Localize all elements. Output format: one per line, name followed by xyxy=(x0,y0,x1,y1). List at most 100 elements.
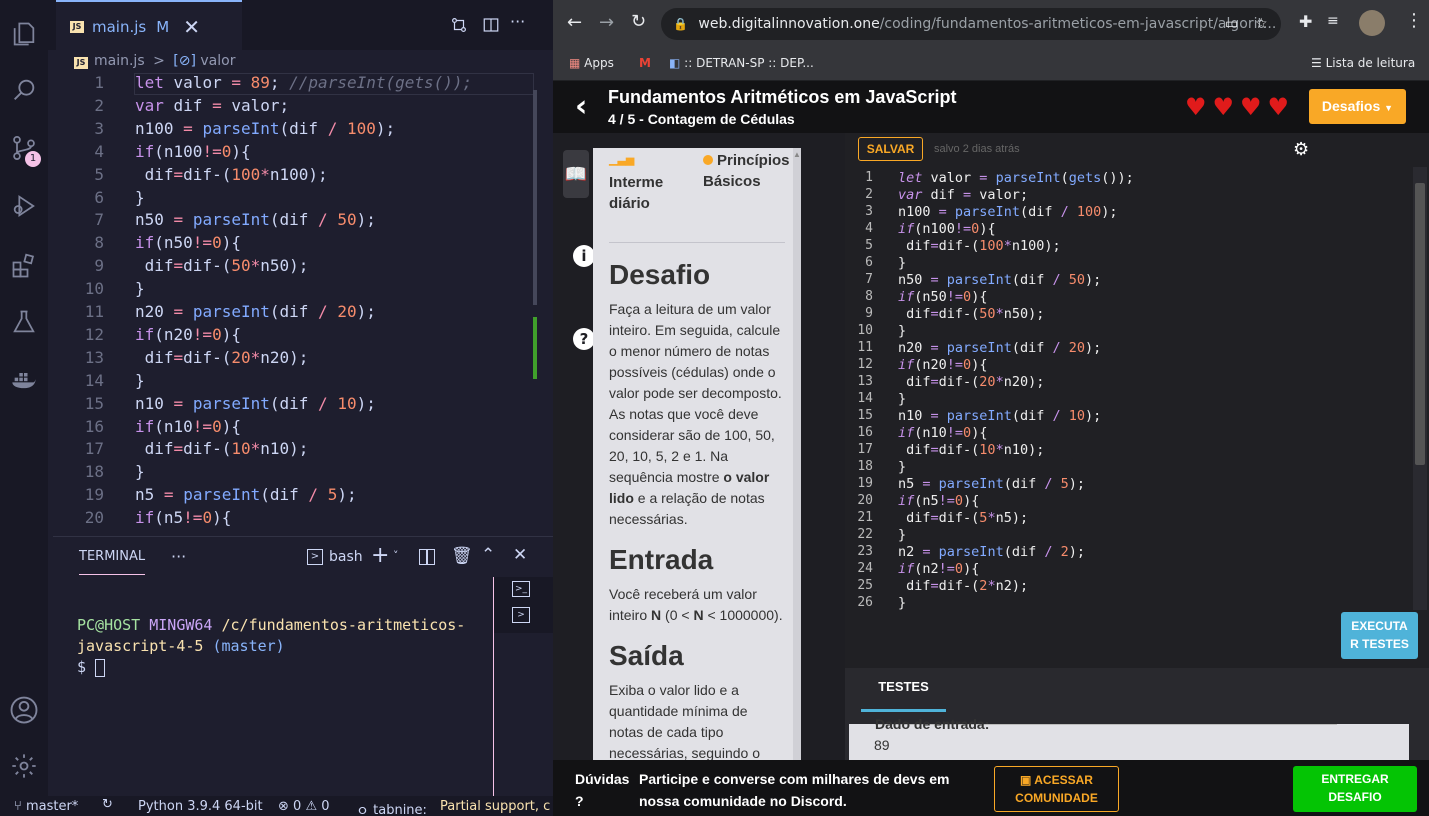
address-bar[interactable]: 🔒 web.digitalinnovation.one/coding/funda… xyxy=(661,8,1281,40)
caret-down-icon: ▼ xyxy=(1384,103,1394,113)
code-editor[interactable]: 1 let valor = 89; //parseInt(gets()); 2 var… xyxy=(48,72,553,532)
python-interpreter[interactable]: Python 3.9.4 64-bit xyxy=(138,799,263,814)
tabnine-status[interactable]: ｏ tabnine: xyxy=(356,799,427,816)
new-terminal-icon[interactable]: + xyxy=(371,543,389,568)
salvar-button[interactable]: SALVAR xyxy=(858,137,923,161)
sync-icon[interactable]: ↻ xyxy=(102,797,113,812)
docker-icon[interactable] xyxy=(0,356,48,404)
gmail-icon[interactable]: M xyxy=(639,56,651,70)
tab-main-js[interactable]: JS main.js M ✕ xyxy=(56,0,242,52)
line-number: 21 xyxy=(857,510,873,525)
explorer-icon[interactable] xyxy=(0,10,48,58)
reading-list[interactable]: ☰ Lista de leitura xyxy=(1311,56,1415,70)
code-line: } xyxy=(135,370,145,390)
problems-status[interactable]: ⊗ 0 ⚠ 0 xyxy=(278,799,330,814)
breadcrumb-file[interactable]: main.js xyxy=(94,53,145,69)
executar-testes-button[interactable]: EXECUTA R TESTES xyxy=(1341,612,1418,659)
saida-heading: Saída xyxy=(609,640,684,671)
code-line: dif=dif-(20*n20); xyxy=(135,347,309,367)
source-control-icon[interactable] xyxy=(0,124,48,172)
terminal-output[interactable]: PC@HOST MINGW64 /c/fundamentos-aritmetic… xyxy=(77,615,487,678)
search-icon[interactable] xyxy=(0,66,48,114)
code-line: dif=dif-(2*n2); xyxy=(898,578,1029,594)
chrome-menu-icon[interactable]: ⋮ xyxy=(1405,10,1423,31)
desafios-dropdown-button[interactable]: Desafios ▼ xyxy=(1309,89,1406,124)
code-editor-panel[interactable]: SALVAR salvo 2 dias atrás ⚙ 1 let valor =… xyxy=(845,133,1429,668)
split-editor-icon[interactable] xyxy=(482,16,500,38)
partial-support-status[interactable]: Partial support, c xyxy=(440,799,550,814)
accounts-icon[interactable] xyxy=(0,686,48,734)
bookmarks-bar: ▦ Apps M ◧ :: DETRAN-SP :: DEP... ☰ List… xyxy=(553,48,1429,81)
run-debug-icon[interactable] xyxy=(0,182,48,230)
trash-icon[interactable]: 🗑 xyxy=(451,546,473,566)
saida-text: Exiba o valor lido e a quantidade mínima… xyxy=(609,682,760,760)
tab-terminal[interactable]: TERMINAL xyxy=(79,549,146,575)
terminal-instance-icon[interactable]: >_ xyxy=(512,581,530,597)
testing-icon[interactable] xyxy=(0,298,48,346)
tab-testes[interactable]: TESTES xyxy=(861,668,946,712)
breadcrumb-symbol[interactable]: valor xyxy=(200,53,235,69)
symbol-variable-icon: [⊘] xyxy=(173,53,196,69)
line-number: 6 xyxy=(865,255,873,270)
acessar-comunidade-button[interactable]: ▣ ACESSAR COMUNIDADE xyxy=(994,766,1119,812)
close-panel-icon[interactable]: ✕ xyxy=(513,545,527,565)
challenge-progress: 4 / 5 xyxy=(608,111,636,127)
help-icon[interactable]: ? xyxy=(573,328,595,350)
terminal-instance-icon[interactable]: > xyxy=(512,607,530,623)
settings-gear-icon[interactable] xyxy=(0,742,48,790)
forward-icon[interactable]: → xyxy=(599,12,614,33)
entregar-desafio-button[interactable]: ENTREGAR DESAFIO xyxy=(1293,766,1417,812)
editor-scrollbar[interactable] xyxy=(1413,167,1427,610)
code-line: if(n10!=0){ xyxy=(898,425,988,441)
code-line: n50 = parseInt(dif / 50); xyxy=(135,210,376,230)
code-area[interactable]: 1 let valor = parseInt(gets()); 2 var dif =… xyxy=(845,167,1413,663)
back-chevron-icon[interactable]: ‹ xyxy=(575,89,587,124)
book-icon[interactable]: 📖 xyxy=(563,150,589,198)
line-number: 14 xyxy=(857,391,873,406)
description-scrollbar[interactable]: ▲ xyxy=(793,148,801,760)
difficulty-level: Interme diário xyxy=(609,174,664,212)
star-icon[interactable]: ☆ xyxy=(1255,8,1268,40)
terminal-list: >_ > xyxy=(494,577,553,633)
code-line: if(n100!=0){ xyxy=(135,141,251,161)
topic-label: Princípios Básicos xyxy=(703,152,790,190)
bookmark-detran[interactable]: ◧ :: DETRAN-SP :: DEP... xyxy=(669,56,814,70)
desafio-text: Faça a leitura de um valor inteiro. Em s… xyxy=(609,301,782,527)
line-number: 13 xyxy=(84,347,104,367)
code-line: n10 = parseInt(dif / 10); xyxy=(135,393,376,413)
maximize-panel-icon[interactable]: ⌃ xyxy=(481,545,495,565)
extensions-puzzle-icon[interactable]: ✚ xyxy=(1299,12,1312,31)
reader-mode-icon[interactable]: ▭ xyxy=(1225,8,1238,40)
status-bar: ⑂ master* ↻ Python 3.9.4 64-bit ⊗ 0 ⚠ 0 … xyxy=(0,796,553,816)
tests-panel: TESTES EXECUTA R TESTES Dado de entrada: xyxy=(845,612,1429,760)
branch-status[interactable]: ⑂ master* xyxy=(14,799,78,814)
tab-close-icon[interactable]: ✕ xyxy=(183,15,200,39)
info-icon[interactable]: i xyxy=(573,245,595,267)
settings-gear-icon[interactable]: ⚙ xyxy=(1293,139,1309,160)
terminal-shell-selector[interactable]: > bash xyxy=(307,549,363,565)
chevron-down-icon[interactable]: ˅ xyxy=(393,549,399,562)
code-line: if(n5!=0){ xyxy=(135,508,232,528)
code-line: } xyxy=(898,391,907,407)
extensions-icon[interactable] xyxy=(0,242,48,290)
entrada-heading: Entrada xyxy=(609,544,714,575)
line-number: 16 xyxy=(857,425,873,440)
back-icon[interactable]: ← xyxy=(567,12,582,33)
topic-dot-icon xyxy=(703,155,713,165)
more-actions-icon[interactable]: ··· xyxy=(510,12,525,31)
profile-avatar[interactable] xyxy=(1359,10,1385,36)
lives-hearts: ♥ ♥ ♥ ♥ xyxy=(1185,93,1289,121)
compare-changes-icon[interactable] xyxy=(450,16,468,38)
media-control-icon[interactable]: ≡ xyxy=(1327,13,1339,29)
reading-list-icon: ☰ xyxy=(1311,56,1322,70)
code-line: let valor = parseInt(gets()); xyxy=(898,170,1134,186)
reload-icon[interactable]: ↻ xyxy=(631,11,646,32)
line-number: 9 xyxy=(865,306,873,321)
editor-tab-bar: JS main.js M ✕ ··· xyxy=(48,0,553,52)
panel-more-icon[interactable]: ··· xyxy=(171,547,186,566)
footer-bar: Dúvidas? Participe e converse com milhar… xyxy=(553,760,1429,816)
code-line: n5 = parseInt(dif / 5); xyxy=(898,476,1086,492)
split-terminal-icon[interactable] xyxy=(419,549,435,565)
line-number: 18 xyxy=(84,462,104,482)
bookmark-apps[interactable]: ▦ Apps xyxy=(569,56,614,70)
